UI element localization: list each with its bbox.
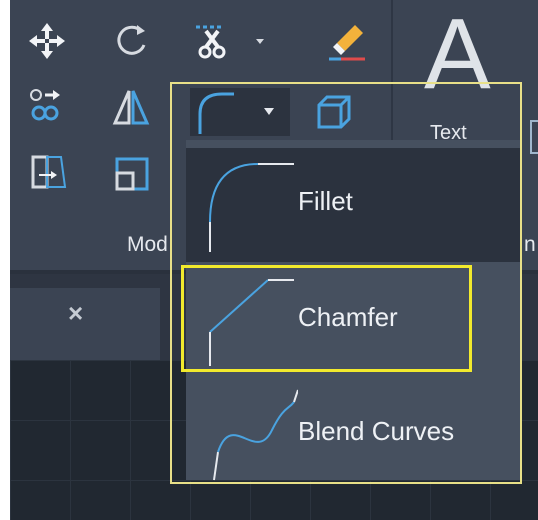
rotate-icon[interactable] xyxy=(108,18,154,64)
app-frame: A Text Mod n × Fillet Chamfer Blend Curv… xyxy=(10,0,538,520)
move-icon[interactable] xyxy=(24,18,70,64)
file-tab[interactable] xyxy=(10,288,160,360)
adjacent-tool-icon[interactable] xyxy=(530,120,538,154)
stretch-icon[interactable] xyxy=(24,150,70,196)
chamfer-highlight-box xyxy=(181,265,472,372)
trim-icon[interactable] xyxy=(194,18,274,64)
close-tab-icon[interactable]: × xyxy=(68,298,83,329)
adjacent-panel-label: n xyxy=(524,233,536,256)
scale-icon[interactable] xyxy=(108,150,154,196)
mirror-icon[interactable] xyxy=(108,84,154,130)
copy-icon[interactable] xyxy=(24,84,70,130)
modify-panel-label[interactable]: Mod xyxy=(127,233,168,257)
erase-icon[interactable] xyxy=(324,18,370,64)
